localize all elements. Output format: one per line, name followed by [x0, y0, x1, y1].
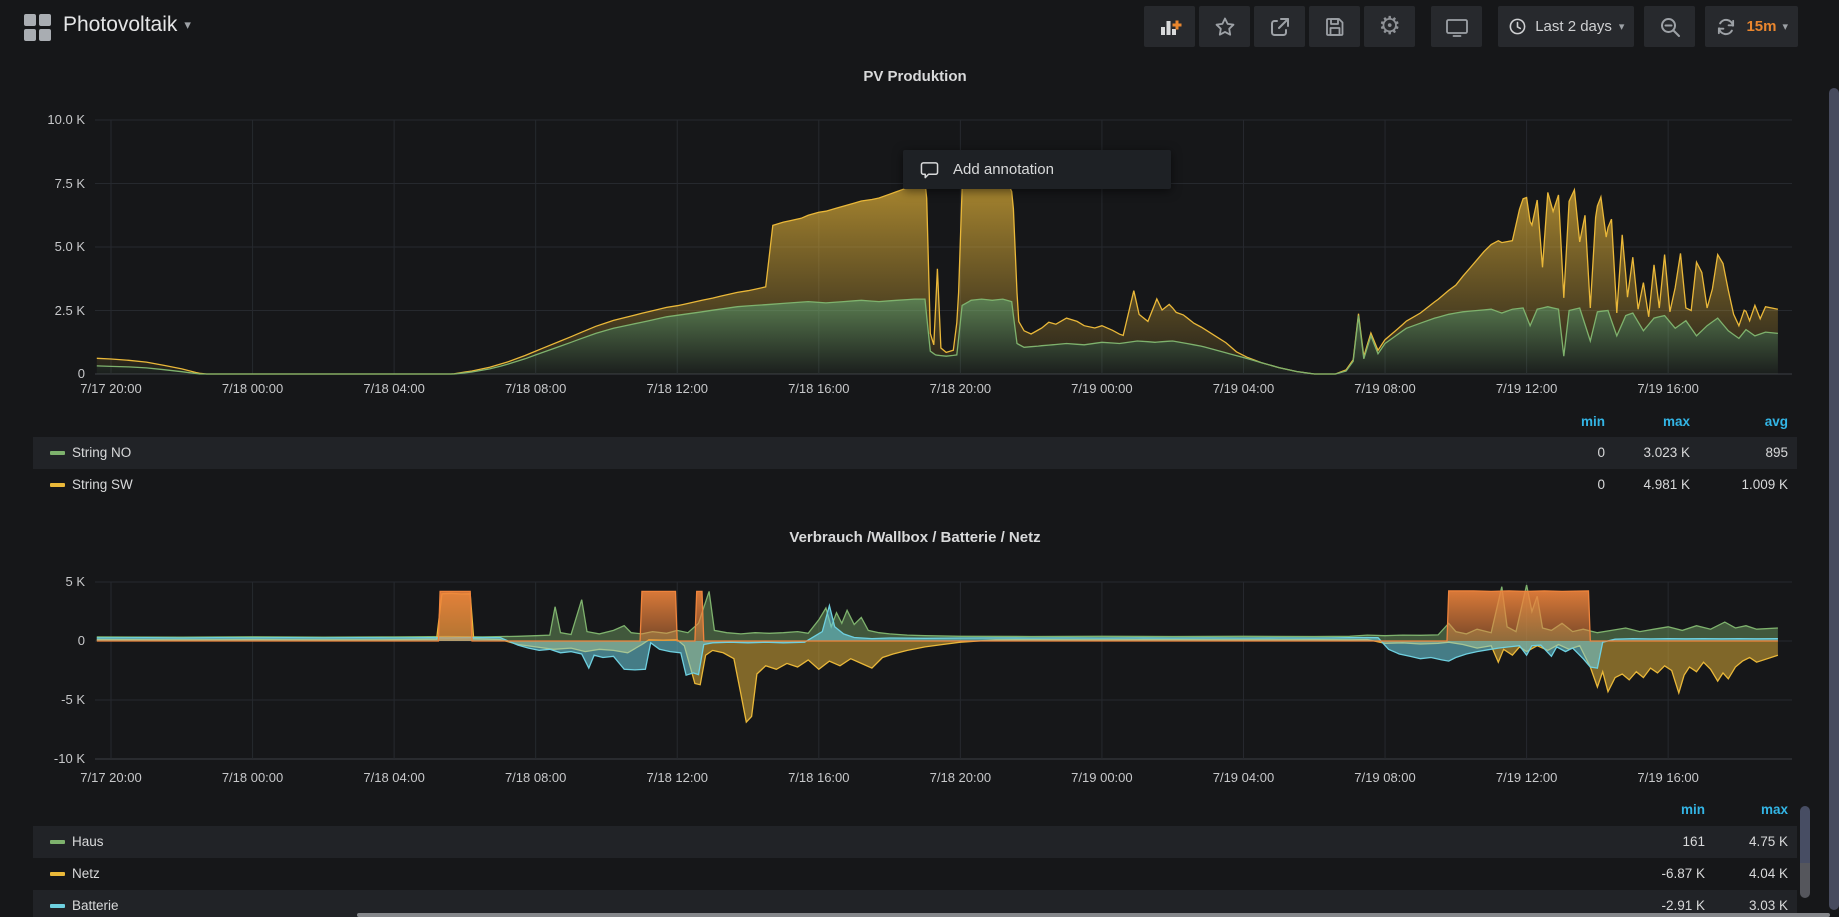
series-name: String SW — [72, 477, 133, 492]
x-tick-label: 7/18 12:00 — [617, 770, 737, 785]
y-tick-label: 0 — [5, 366, 85, 381]
time-range-picker[interactable]: Last 2 days ▾ — [1498, 6, 1634, 47]
tv-monitor-icon — [1444, 15, 1470, 39]
x-tick-label: 7/19 04:00 — [1183, 381, 1303, 396]
x-tick-label: 7/18 16:00 — [759, 381, 879, 396]
series-max: 4.04 K — [1678, 866, 1788, 881]
panel-title-verbrauch[interactable]: Verbrauch /Wallbox / Batterie / Netz — [0, 529, 1830, 546]
y-tick-label: 5.0 K — [5, 239, 85, 254]
x-tick-label: 7/18 20:00 — [900, 381, 1020, 396]
x-tick-label: 7/18 04:00 — [334, 381, 454, 396]
legend-sort-max[interactable]: max — [1678, 802, 1788, 817]
star-icon — [1213, 15, 1237, 39]
series-avg: 1.009 K — [1678, 477, 1788, 492]
x-tick-label: 7/19 00:00 — [1042, 381, 1162, 396]
add-panel-button[interactable] — [1144, 6, 1195, 47]
x-tick-label: 7/19 16:00 — [1608, 381, 1728, 396]
cycle-view-mode-button[interactable] — [1431, 6, 1482, 47]
series-name: Netz — [72, 866, 100, 881]
x-tick-label: 7/18 00:00 — [193, 381, 313, 396]
chevron-down-icon: ▾ — [1782, 20, 1788, 33]
series-max: 3.03 K — [1678, 898, 1788, 913]
clock-icon — [1508, 17, 1527, 36]
comment-bubble-icon — [920, 161, 939, 179]
legend-sort-avg[interactable]: avg — [1678, 414, 1788, 429]
series-max: 4.981 K — [1580, 477, 1690, 492]
x-tick-label: 7/18 12:00 — [617, 381, 737, 396]
x-tick-label: 7/19 08:00 — [1325, 381, 1445, 396]
x-tick-label: 7/17 20:00 — [51, 381, 171, 396]
y-tick-label: 5 K — [5, 574, 85, 589]
y-tick-label: -5 K — [5, 692, 85, 707]
series-name: Haus — [72, 834, 104, 849]
x-tick-label: 7/19 04:00 — [1183, 770, 1303, 785]
pv-produktion-chart[interactable] — [0, 95, 1839, 395]
refresh-icon — [1715, 16, 1737, 38]
y-tick-label: 2.5 K — [5, 303, 85, 318]
star-dashboard-button[interactable] — [1199, 6, 1250, 47]
panel-title-pv-produktion[interactable]: PV Produktion — [0, 68, 1830, 85]
x-tick-label: 7/19 08:00 — [1325, 770, 1445, 785]
dashboard-title-dropdown[interactable]: Photovoltaik ▾ — [63, 13, 191, 37]
chevron-down-icon: ▾ — [184, 17, 191, 32]
share-dashboard-button[interactable] — [1254, 6, 1305, 47]
add-annotation-label: Add annotation — [953, 161, 1054, 178]
series-swatch — [50, 451, 65, 455]
x-tick-label: 7/17 20:00 — [51, 770, 171, 785]
page-scrollbar[interactable] — [1829, 88, 1839, 910]
x-tick-label: 7/19 16:00 — [1608, 770, 1728, 785]
refresh-interval-label: 15m — [1746, 18, 1776, 35]
dashboard-header: Photovoltaik ▾ — [0, 0, 1839, 55]
x-tick-label: 7/18 08:00 — [476, 770, 596, 785]
legend-scrollbar[interactable] — [1800, 806, 1810, 898]
series-max: 3.023 K — [1580, 445, 1690, 460]
y-tick-label: 7.5 K — [5, 176, 85, 191]
series-avg: 895 — [1678, 445, 1788, 460]
save-icon — [1323, 15, 1347, 39]
save-dashboard-button[interactable] — [1309, 6, 1360, 47]
legend-row-string-sw[interactable]: String SW 0 4.981 K 1.009 K — [33, 469, 1797, 501]
verbrauch-legend-header: min max — [33, 802, 1797, 818]
grafana-dashboards-icon[interactable] — [24, 14, 51, 41]
legend-row-haus[interactable]: Haus 161 4.75 K — [33, 826, 1797, 858]
add-panel-icon — [1158, 15, 1182, 39]
legend-row-string-no[interactable]: String NO 0 3.023 K 895 — [33, 437, 1797, 469]
x-tick-label: 7/18 16:00 — [759, 770, 879, 785]
dashboard-toolbar: ⚙ Last 2 days ▾ — [1140, 6, 1798, 47]
zoom-out-time-button[interactable] — [1644, 6, 1695, 47]
chevron-down-icon: ▾ — [1619, 20, 1625, 33]
series-swatch — [50, 872, 65, 876]
y-tick-label: 10.0 K — [5, 112, 85, 127]
pv-legend-header: min max avg — [33, 414, 1797, 430]
time-range-label: Last 2 days — [1535, 18, 1612, 35]
x-tick-label: 7/18 20:00 — [900, 770, 1020, 785]
series-swatch — [50, 483, 65, 487]
x-tick-label: 7/18 08:00 — [476, 381, 596, 396]
grafana-dashboard: Photovoltaik ▾ — [0, 0, 1839, 917]
series-name: Batterie — [72, 898, 119, 913]
series-swatch — [50, 840, 65, 844]
gear-icon: ⚙ — [1378, 14, 1400, 39]
verbrauch-chart[interactable] — [0, 558, 1839, 773]
y-tick-label: -10 K — [5, 751, 85, 766]
legend-sort-max[interactable]: max — [1580, 414, 1690, 429]
dashboard-settings-button[interactable]: ⚙ — [1364, 6, 1415, 47]
x-tick-label: 7/19 00:00 — [1042, 770, 1162, 785]
dashboard-title: Photovoltaik — [63, 13, 177, 36]
series-swatch — [50, 904, 65, 908]
x-tick-label: 7/19 12:00 — [1467, 770, 1587, 785]
x-tick-label: 7/18 04:00 — [334, 770, 454, 785]
horizontal-scrollbar[interactable] — [357, 913, 1830, 917]
x-tick-label: 7/18 00:00 — [193, 770, 313, 785]
refresh-picker[interactable]: 15m ▾ — [1705, 6, 1798, 47]
y-tick-label: 0 — [5, 633, 85, 648]
legend-row-netz[interactable]: Netz -6.87 K 4.04 K — [33, 858, 1797, 890]
x-tick-label: 7/19 12:00 — [1467, 381, 1587, 396]
add-annotation-menu-item[interactable]: Add annotation — [903, 150, 1171, 189]
zoom-out-icon — [1658, 15, 1682, 39]
series-max: 4.75 K — [1678, 834, 1788, 849]
share-icon — [1268, 15, 1292, 39]
series-name: String NO — [72, 445, 131, 460]
